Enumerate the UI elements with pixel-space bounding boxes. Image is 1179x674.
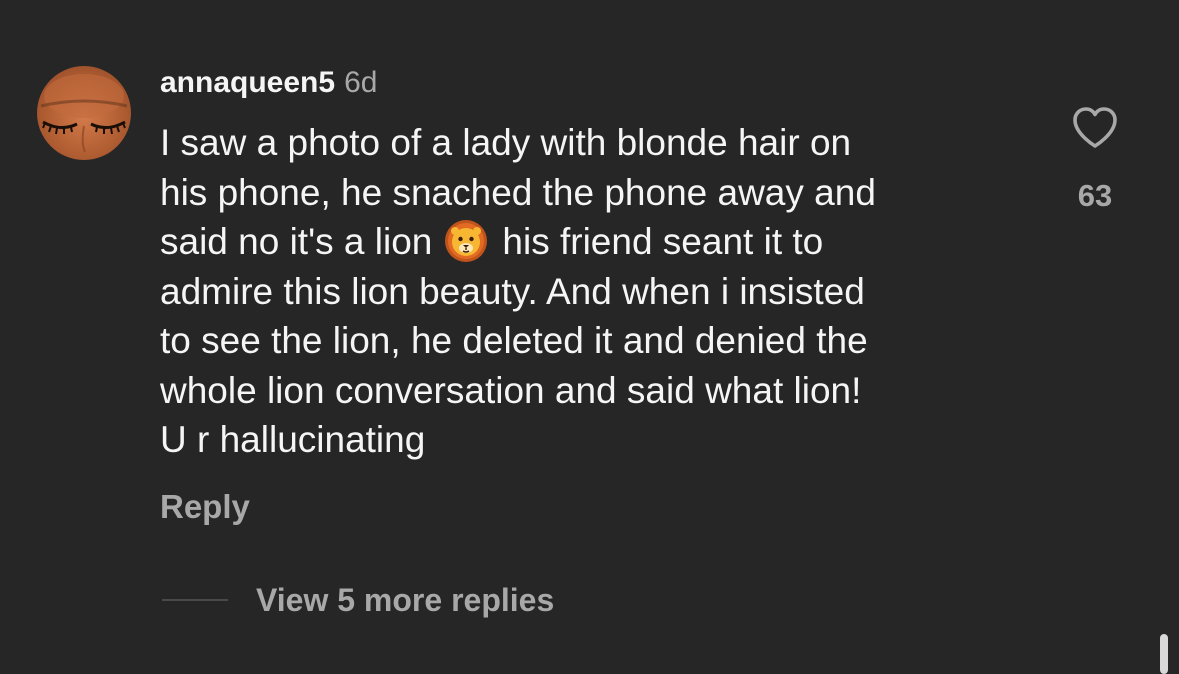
view-replies-row[interactable]: View 5 more replies [162, 578, 554, 622]
lion-face-emoji-icon [444, 219, 488, 263]
comment-line: his phone, he snached the phone away and [160, 171, 876, 213]
like-count: 63 [1077, 178, 1113, 213]
like-area: 63 [1060, 106, 1130, 214]
comment-line: I saw a photo of a lady with blonde hair… [160, 122, 852, 163]
replies-divider [162, 599, 228, 601]
heart-icon[interactable] [1071, 106, 1119, 150]
comment-line-part: said no it's a lion [160, 221, 433, 262]
comment-line: U r hallucinating [160, 419, 426, 460]
comment-line: admire this lion beauty. And when i insi… [160, 270, 865, 312]
avatar[interactable] [37, 66, 131, 160]
scrollbar[interactable] [1160, 634, 1168, 674]
comment-line-with-emoji: said no it's a lion his friend seant it … [160, 217, 1040, 267]
comment-line: to see the lion, he deleted it and denie… [160, 320, 868, 361]
username[interactable]: annaqueen5 [160, 66, 335, 100]
comment-line: whole lion conversation and said what li… [160, 369, 862, 411]
view-more-replies-button[interactable]: View 5 more replies [256, 582, 554, 619]
comment-header: annaqueen5 6d [160, 66, 377, 102]
comment-line-part: his friend seant it to [502, 221, 824, 262]
reply-button[interactable]: Reply [160, 488, 250, 526]
comment-text: I saw a photo of a lady with blonde hair… [160, 118, 1040, 465]
timestamp: 6d [344, 66, 378, 99]
